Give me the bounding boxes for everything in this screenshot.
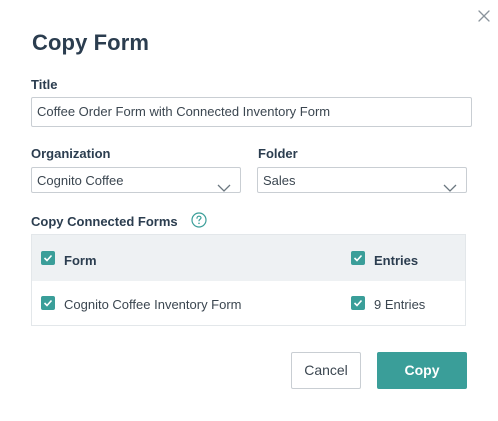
- form-row-checkbox[interactable]: [41, 296, 55, 310]
- entries-row-checkbox[interactable]: [351, 296, 365, 310]
- table-row: Cognito Coffee Inventory Form 9 Entries: [32, 281, 465, 325]
- column-header-form: Form: [64, 253, 97, 268]
- title-label: Title: [31, 77, 58, 92]
- column-header-entries: Entries: [374, 253, 419, 268]
- chevron-down-icon: [443, 176, 457, 202]
- connected-forms-table: Form Entries Cognito Coffee Inventory Fo…: [31, 234, 466, 326]
- organization-select-value: Cognito Coffee: [37, 173, 124, 188]
- folder-select-value: Sales: [263, 173, 296, 188]
- organization-select[interactable]: Cognito Coffee: [31, 167, 241, 193]
- cancel-button[interactable]: Cancel: [291, 352, 361, 389]
- form-name: Cognito Coffee Inventory Form: [64, 297, 242, 312]
- title-input[interactable]: [31, 97, 472, 127]
- copy-button[interactable]: Copy: [377, 352, 467, 389]
- close-icon[interactable]: [476, 8, 492, 24]
- select-all-entries-checkbox[interactable]: [351, 251, 365, 265]
- table-header: Form Entries: [32, 235, 465, 281]
- question-circle-icon[interactable]: [191, 212, 207, 233]
- folder-select[interactable]: Sales: [257, 167, 467, 193]
- folder-label: Folder: [258, 146, 298, 161]
- organization-label: Organization: [31, 146, 111, 161]
- select-all-forms-checkbox[interactable]: [41, 251, 55, 265]
- copy-connected-forms-label: Copy Connected Forms: [31, 214, 178, 229]
- dialog-title: Copy Form: [32, 30, 150, 55]
- copy-form-dialog: Copy Form Title Organization Cognito Cof…: [0, 0, 498, 421]
- chevron-down-icon: [217, 176, 231, 202]
- entries-count: 9 Entries: [374, 297, 426, 312]
